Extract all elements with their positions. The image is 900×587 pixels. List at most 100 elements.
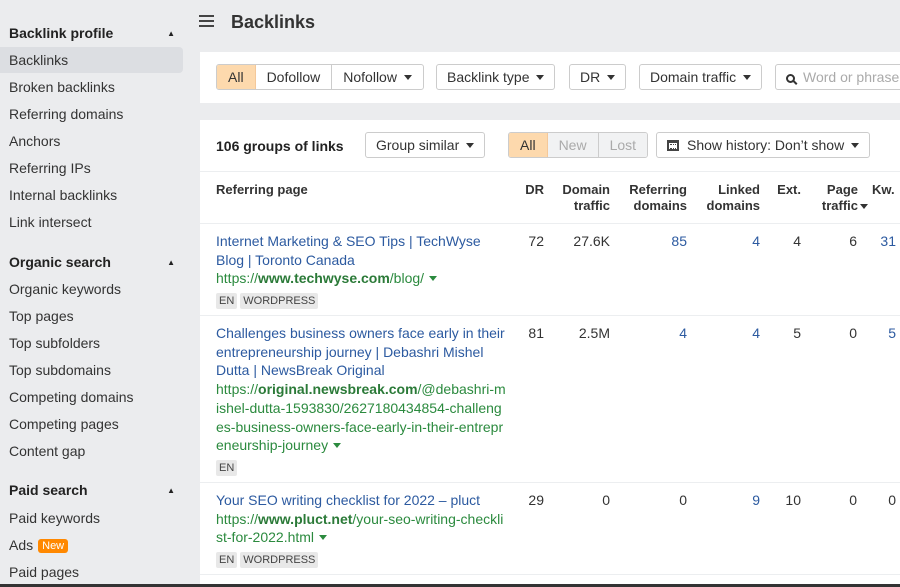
status-new[interactable]: New bbox=[547, 133, 599, 157]
url-prefix: https:// bbox=[216, 270, 259, 287]
search-icon bbox=[786, 74, 795, 83]
chevron-down-icon bbox=[743, 75, 752, 80]
hamburger-icon[interactable] bbox=[199, 15, 214, 27]
col-ext[interactable]: Ext. bbox=[770, 182, 801, 198]
search-placeholder: Word or phrase bbox=[803, 69, 900, 85]
divider bbox=[200, 482, 900, 483]
results-panel: 106 groups of links Group similar All Ne… bbox=[200, 120, 900, 587]
language-tag: EN bbox=[216, 552, 238, 569]
page-title-link[interactable]: Internet Marketing & SEO Tips | TechWyse… bbox=[216, 232, 508, 269]
chevron-down-icon bbox=[403, 75, 412, 80]
sidebar-section-backlink-profile[interactable]: Backlink profile ▲ bbox=[9, 25, 183, 41]
dr-value: 81 bbox=[528, 325, 544, 341]
section-title: Organic search bbox=[9, 254, 111, 270]
caret-up-icon: ▲ bbox=[167, 257, 175, 267]
caret-up-icon: ▲ bbox=[167, 485, 175, 495]
status-lost[interactable]: Lost bbox=[598, 133, 648, 157]
col-label: domains bbox=[706, 198, 760, 213]
kw-value[interactable]: 31 bbox=[872, 233, 896, 249]
col-label: Page bbox=[826, 182, 858, 197]
sidebar-item-competing-pages[interactable]: Competing pages bbox=[0, 411, 183, 437]
page-traffic-value: 0 bbox=[849, 325, 857, 341]
sidebar-item-broken-backlinks[interactable]: Broken backlinks bbox=[0, 74, 183, 100]
divider bbox=[200, 223, 900, 224]
domain-traffic-dropdown[interactable]: Domain traffic bbox=[639, 64, 763, 90]
divider bbox=[200, 171, 900, 172]
page-url-link[interactable]: https://www.pluct.net/your-seo-writing-c… bbox=[216, 510, 508, 547]
sidebar-item-link-intersect[interactable]: Link intersect bbox=[0, 209, 183, 235]
group-similar-dropdown[interactable]: Group similar bbox=[365, 132, 486, 158]
page-traffic-value: 6 bbox=[849, 233, 857, 249]
col-label: Referring bbox=[629, 182, 687, 197]
sidebar-item-label: Ads bbox=[9, 537, 34, 553]
kw-value: 0 bbox=[888, 492, 896, 508]
filter-dofollow[interactable]: Dofollow bbox=[256, 65, 333, 89]
col-label: traffic bbox=[573, 198, 610, 213]
referring-domains-value[interactable]: 85 bbox=[620, 233, 687, 249]
page-url-link[interactable]: https://original.newsbreak.com/@debashri… bbox=[216, 380, 508, 455]
referring-page-cell: Your SEO writing checklist for 2022 – pl… bbox=[216, 491, 508, 569]
chevron-down-icon[interactable] bbox=[319, 535, 328, 541]
url-prefix: https:// bbox=[216, 510, 259, 527]
sidebar-item-top-pages[interactable]: Top pages bbox=[0, 303, 183, 329]
status-all[interactable]: All bbox=[509, 133, 548, 157]
sidebar-section-organic-search[interactable]: Organic search ▲ bbox=[9, 254, 183, 270]
chevron-down-icon bbox=[851, 143, 860, 148]
url-prefix: https:// bbox=[216, 381, 259, 398]
page-title-link[interactable]: Challenges business owners face early in… bbox=[216, 324, 508, 380]
sidebar-item-internal-backlinks[interactable]: Internal backlinks bbox=[0, 182, 183, 208]
chevron-down-icon bbox=[536, 75, 545, 80]
sidebar-item-ads[interactable]: Ads New bbox=[0, 532, 183, 558]
sidebar-item-top-subdomains[interactable]: Top subdomains bbox=[0, 357, 183, 383]
filter-nofollow[interactable]: Nofollow bbox=[332, 65, 423, 89]
chevron-down-icon[interactable] bbox=[429, 276, 438, 282]
search-input[interactable]: Word or phrase bbox=[775, 64, 900, 90]
col-kw[interactable]: Kw. bbox=[872, 182, 895, 198]
filter-all[interactable]: All bbox=[217, 65, 256, 89]
domain-traffic-value: 0 bbox=[602, 492, 610, 508]
sidebar-section-paid-search[interactable]: Paid search ▲ bbox=[9, 482, 183, 498]
platform-tag: WORDPRESS bbox=[240, 293, 319, 310]
platform-tag: WORDPRESS bbox=[240, 552, 319, 569]
linked-domains-value[interactable]: 4 bbox=[696, 325, 760, 341]
page-title-link[interactable]: Your SEO writing checklist for 2022 – pl… bbox=[216, 491, 508, 510]
col-referring-page[interactable]: Referring page bbox=[216, 182, 308, 198]
sidebar-item-organic-keywords[interactable]: Organic keywords bbox=[0, 276, 183, 302]
referring-page-cell: Internet Marketing & SEO Tips | TechWyse… bbox=[216, 232, 508, 310]
sidebar-item-anchors[interactable]: Anchors bbox=[0, 128, 183, 154]
col-linked-domains[interactable]: Linked domains bbox=[696, 182, 760, 214]
dropdown-label: Group similar bbox=[376, 137, 460, 153]
dr-value: 29 bbox=[528, 492, 544, 508]
sidebar-item-backlinks[interactable]: Backlinks bbox=[0, 47, 183, 73]
url-domain: www.techwyse.com bbox=[258, 270, 390, 287]
divider bbox=[200, 315, 900, 316]
sort-desc-icon bbox=[860, 204, 868, 209]
page-url-link[interactable]: https://www.techwyse.com/blog/ bbox=[216, 269, 508, 288]
sidebar-item-referring-ips[interactable]: Referring IPs bbox=[0, 155, 183, 181]
sidebar-item-top-subfolders[interactable]: Top subfolders bbox=[0, 330, 183, 356]
calendar-icon bbox=[667, 140, 679, 151]
show-history-dropdown[interactable]: Show history: Don’t show bbox=[656, 132, 871, 158]
language-tag: EN bbox=[216, 293, 238, 310]
chevron-down-icon bbox=[607, 75, 616, 80]
sidebar-item-competing-domains[interactable]: Competing domains bbox=[0, 384, 183, 410]
kw-value[interactable]: 5 bbox=[872, 325, 896, 341]
col-domain-traffic[interactable]: Domain traffic bbox=[552, 182, 610, 214]
col-dr[interactable]: DR bbox=[518, 182, 544, 198]
sidebar-item-content-gap[interactable]: Content gap bbox=[0, 438, 183, 464]
ext-value: 10 bbox=[785, 492, 801, 508]
sidebar-item-paid-keywords[interactable]: Paid keywords bbox=[0, 505, 183, 531]
section-title: Backlink profile bbox=[9, 25, 114, 41]
chevron-down-icon[interactable] bbox=[333, 443, 342, 449]
referring-domains-value[interactable]: 4 bbox=[620, 325, 687, 341]
linked-domains-value[interactable]: 9 bbox=[696, 492, 760, 508]
caret-up-icon: ▲ bbox=[167, 28, 175, 38]
dr-dropdown[interactable]: DR bbox=[569, 64, 627, 90]
sidebar-item-paid-pages[interactable]: Paid pages bbox=[0, 559, 183, 585]
dr-value: 72 bbox=[528, 233, 544, 249]
backlink-type-dropdown[interactable]: Backlink type bbox=[436, 64, 556, 90]
col-referring-domains[interactable]: Referring domains bbox=[620, 182, 687, 214]
sidebar-item-referring-domains[interactable]: Referring domains bbox=[0, 101, 183, 127]
linked-domains-value[interactable]: 4 bbox=[696, 233, 760, 249]
col-page-traffic[interactable]: Page traffic bbox=[812, 182, 868, 214]
